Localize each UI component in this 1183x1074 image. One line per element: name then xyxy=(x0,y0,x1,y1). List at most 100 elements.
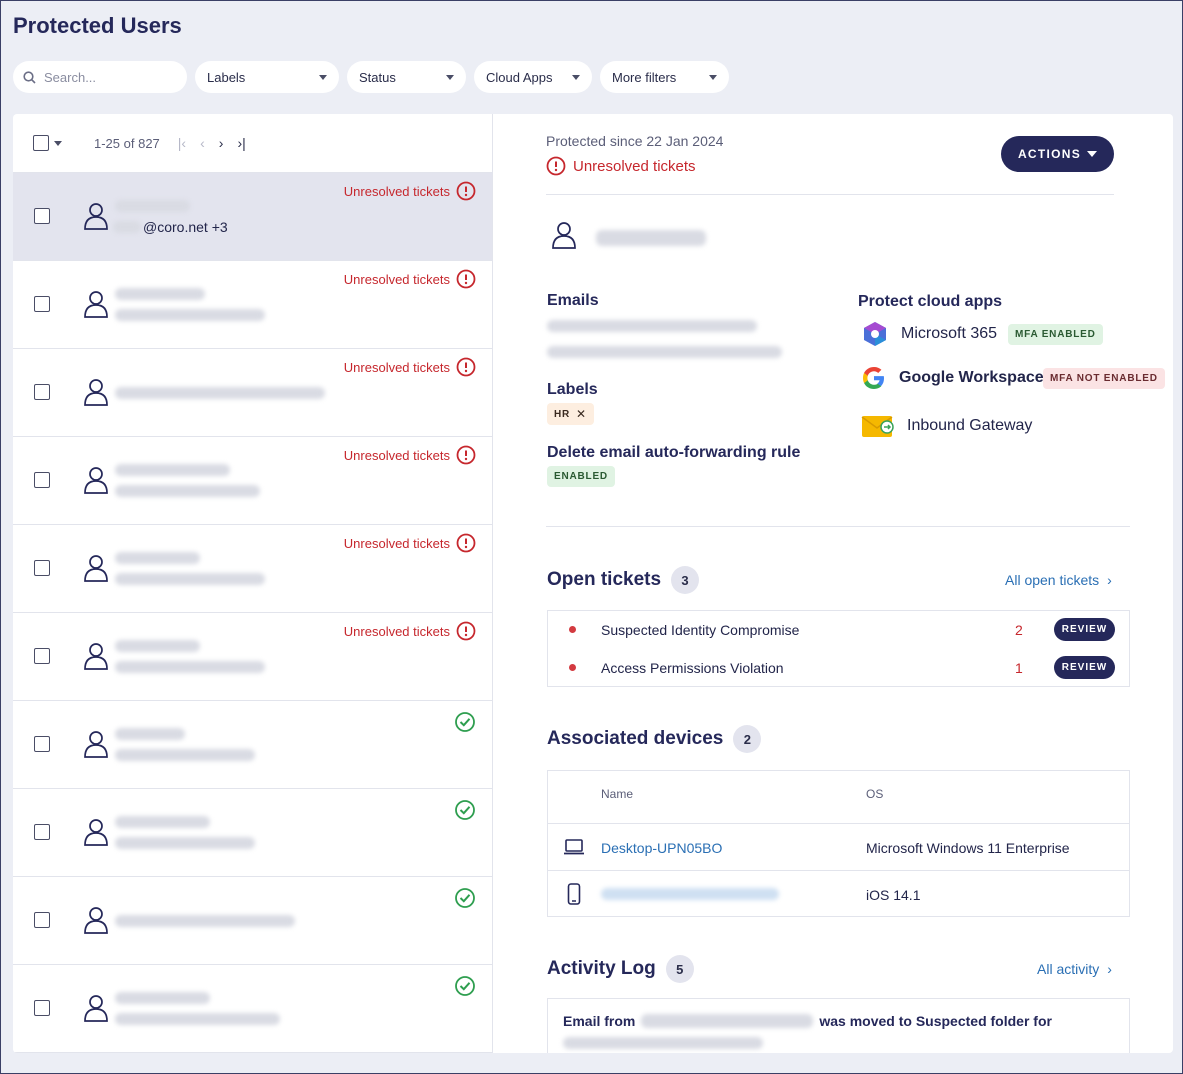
search-input[interactable] xyxy=(44,69,164,85)
status-badge: Unresolved tickets xyxy=(344,269,476,289)
user-name-redacted xyxy=(115,728,185,740)
email-redacted xyxy=(115,661,265,673)
user-name-redacted xyxy=(115,552,200,564)
review-button[interactable]: REVIEW xyxy=(1054,656,1115,679)
row-checkbox[interactable] xyxy=(34,208,50,224)
user-icon xyxy=(84,203,108,230)
status-label: Unresolved tickets xyxy=(343,623,450,639)
alert-icon xyxy=(456,181,476,201)
status-label: Unresolved tickets xyxy=(343,359,450,375)
first-page-icon[interactable]: |‹ xyxy=(178,136,186,150)
device-link[interactable]: Desktop-UPN05BO xyxy=(601,840,722,856)
recipient-redacted xyxy=(563,1037,763,1049)
close-icon[interactable]: ✕ xyxy=(576,408,587,420)
divider xyxy=(546,526,1130,527)
user-icon xyxy=(84,907,108,934)
open-tickets-title: Open tickets xyxy=(547,569,662,590)
row-checkbox[interactable] xyxy=(34,648,50,664)
phone-icon xyxy=(567,883,581,905)
chevron-down-icon xyxy=(709,74,717,80)
last-page-icon[interactable]: ›| xyxy=(237,136,245,150)
label-chip[interactable]: HR ✕ xyxy=(547,403,594,425)
status-filter[interactable]: Status xyxy=(347,61,466,93)
status-badge: Unresolved tickets xyxy=(344,533,476,553)
list-item[interactable]: Unresolved tickets xyxy=(13,349,492,437)
all-open-tickets-label: All open tickets xyxy=(1005,572,1100,588)
user-name-redacted xyxy=(596,230,706,246)
actions-button[interactable]: ACTIONS xyxy=(1001,136,1114,172)
row-checkbox[interactable] xyxy=(34,736,50,752)
alert-icon xyxy=(456,621,476,641)
list-item[interactable]: Unresolved tickets xyxy=(13,525,492,613)
status-label: Unresolved tickets xyxy=(343,535,450,551)
col-name: Name xyxy=(601,787,634,801)
chevron-right-icon: › xyxy=(1107,961,1112,977)
user-rows: @coro.net +3 Unresolved tickets Unresolved… xyxy=(13,173,492,1053)
devices-heading: Associated devices 2 xyxy=(547,725,762,753)
chevron-down-icon xyxy=(446,74,454,80)
activity-suffix: was moved to Suspected folder for xyxy=(819,1013,1052,1029)
filter-bar: Labels Status Cloud Apps More filters xyxy=(13,61,729,93)
alert-icon xyxy=(456,357,476,377)
row-checkbox[interactable] xyxy=(34,1000,50,1016)
col-os: OS xyxy=(866,787,884,801)
page-title: Protected Users xyxy=(13,13,182,38)
devices-title: Associated devices xyxy=(547,728,724,749)
chevron-right-icon: › xyxy=(1107,572,1112,588)
more-filters-label: More filters xyxy=(612,69,677,85)
list-item[interactable]: Unresolved tickets xyxy=(13,261,492,349)
list-item[interactable] xyxy=(13,701,492,789)
device-link-redacted[interactable] xyxy=(601,888,779,900)
chevron-down-icon[interactable] xyxy=(54,140,62,146)
ticket-row: Access Permissions Violation 1 REVIEW xyxy=(548,649,1129,687)
unresolved-status: Unresolved tickets xyxy=(546,156,696,176)
emails-label: Emails xyxy=(547,292,599,309)
select-all-checkbox[interactable] xyxy=(33,135,49,151)
user-detail: Protected since 22 Jan 2024 Unresolved t… xyxy=(493,114,1173,1053)
search-box[interactable] xyxy=(13,61,187,93)
list-item[interactable]: Unresolved tickets xyxy=(13,437,492,525)
device-os: Microsoft Windows 11 Enterprise xyxy=(866,840,1070,856)
row-checkbox[interactable] xyxy=(34,560,50,576)
next-page-icon[interactable]: › xyxy=(219,136,224,150)
app-inbound-gateway: Inbound Gateway xyxy=(861,413,1032,439)
list-item[interactable] xyxy=(13,965,492,1053)
all-open-tickets-link[interactable]: All open tickets › xyxy=(1005,572,1112,588)
status-label: Unresolved tickets xyxy=(343,183,450,199)
label-chip-text: HR xyxy=(554,408,571,420)
cloud-apps-filter[interactable]: Cloud Apps xyxy=(474,61,592,93)
list-item[interactable] xyxy=(13,877,492,965)
delete-rule-label: Delete email auto-forwarding rule xyxy=(547,444,801,461)
user-name-redacted xyxy=(115,464,230,476)
user-icon xyxy=(84,467,108,494)
user-name-redacted xyxy=(115,200,190,212)
row-checkbox[interactable] xyxy=(34,296,50,312)
user-name-redacted xyxy=(115,288,205,300)
email-redacted xyxy=(547,346,782,358)
cloud-apps-label: Protect cloud apps xyxy=(858,293,1003,310)
labels-filter-label: Labels xyxy=(207,69,246,85)
severity-dot-icon xyxy=(569,664,576,671)
list-item[interactable]: @coro.net +3 Unresolved tickets xyxy=(13,173,492,261)
ticket-count: 2 xyxy=(1015,622,1023,638)
labels-label: Labels xyxy=(547,381,598,398)
status-badge: Unresolved tickets xyxy=(344,621,476,641)
prev-page-icon[interactable]: ‹ xyxy=(200,136,205,150)
activity-title: Activity Log xyxy=(547,958,656,979)
list-item[interactable]: Unresolved tickets xyxy=(13,613,492,701)
row-checkbox[interactable] xyxy=(34,384,50,400)
devices-count: 2 xyxy=(733,725,762,753)
microsoft-365-icon xyxy=(864,322,886,346)
user-name-redacted xyxy=(115,992,210,1004)
row-checkbox[interactable] xyxy=(34,472,50,488)
row-checkbox[interactable] xyxy=(34,912,50,928)
list-header: 1-25 of 827 |‹ ‹ › ›| xyxy=(13,114,492,173)
review-button[interactable]: REVIEW xyxy=(1054,618,1115,641)
more-filters[interactable]: More filters xyxy=(600,61,729,93)
ticket-name: Suspected Identity Compromise xyxy=(601,622,800,638)
devices-table-header: Name OS xyxy=(548,771,1129,823)
row-checkbox[interactable] xyxy=(34,824,50,840)
labels-filter[interactable]: Labels xyxy=(195,61,339,93)
list-item[interactable] xyxy=(13,789,492,877)
all-activity-link[interactable]: All activity › xyxy=(1037,961,1112,977)
